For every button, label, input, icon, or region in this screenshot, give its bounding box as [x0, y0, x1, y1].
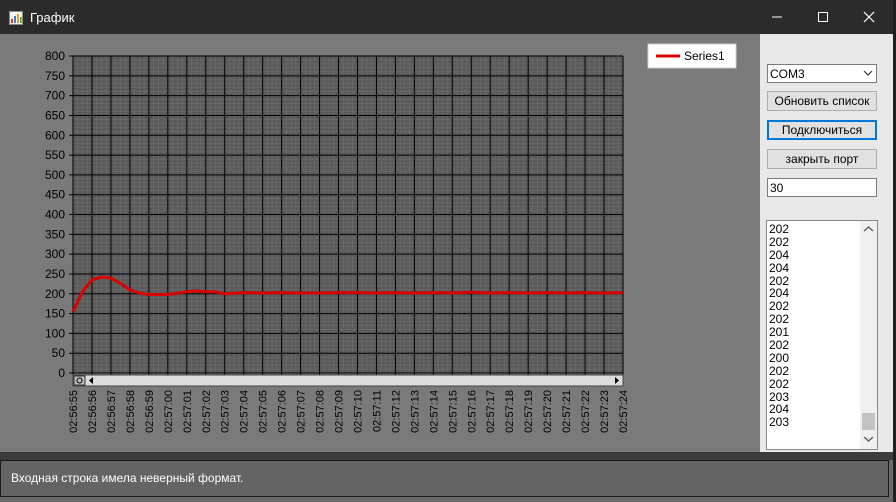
list-item[interactable]: 203: [769, 416, 789, 429]
y-axis-ticks: 0 50 100 150 200 250 300 350 400 450 500 550 600 650 7…: [45, 49, 65, 380]
chart-horizontal-scrollbar[interactable]: [72, 374, 624, 387]
y-tick-label: 150: [45, 307, 65, 321]
line-chart: 0 50 100 150 200 250 300 350 400 450 500 550 600 650 7…: [45, 43, 737, 433]
x-tick-label: 02:57:07: [296, 390, 308, 433]
status-message: Входная строка имела неверный формат.: [11, 471, 244, 485]
port-select[interactable]: COM3: [767, 64, 877, 83]
x-tick-label: 02:57:10: [352, 390, 364, 433]
list-scroll-thumb[interactable]: [862, 413, 875, 430]
maximize-icon: [818, 12, 828, 22]
y-tick-label: 250: [45, 267, 65, 281]
x-tick-label: 02:57:12: [390, 390, 402, 433]
list-vertical-scrollbar[interactable]: [860, 221, 877, 449]
x-tick-label: 02:57:00: [163, 390, 175, 433]
window-title: График: [30, 10, 75, 25]
received-values-list[interactable]: 202 202 204 204 202 204 202 202 201 202 200 202 202 2…: [766, 220, 878, 450]
received-values-items: 202 202 204 204 202 204 202 202 201 202 200 202 202 2…: [769, 223, 789, 429]
scroll-down-arrow-icon[interactable]: [863, 435, 874, 443]
chart-app-icon: [9, 11, 23, 25]
y-tick-label: 750: [45, 69, 65, 83]
status-box: Входная строка имела неверный формат.: [0, 460, 889, 497]
list-item[interactable]: 204: [769, 248, 789, 262]
list-item[interactable]: 202: [769, 339, 789, 352]
title-bar: График: [0, 0, 893, 34]
legend-series1-label: Series1: [684, 49, 725, 63]
close-port-button[interactable]: закрыть порт: [767, 149, 877, 169]
x-tick-label: 02:56:55: [68, 390, 80, 433]
legend: Series1: [647, 43, 737, 69]
y-tick-label: 500: [45, 168, 65, 182]
refresh-list-button[interactable]: Обновить список: [767, 91, 877, 111]
y-tick-label: 550: [45, 148, 65, 162]
x-tick-label: 02:57:11: [371, 390, 383, 432]
y-tick-label: 0: [58, 366, 65, 380]
y-tick-label: 300: [45, 247, 65, 261]
x-tick-label: 02:57:13: [409, 390, 421, 433]
y-tick-label: 600: [45, 128, 65, 142]
x-tick-label: 02:57:24: [618, 390, 630, 433]
count-input-value: 30: [770, 181, 784, 195]
maximize-button[interactable]: [800, 0, 846, 34]
close-button[interactable]: [846, 0, 892, 34]
x-tick-label: 02:57:15: [447, 390, 459, 433]
connect-button[interactable]: Подключиться: [767, 120, 877, 140]
y-tick-label: 50: [52, 346, 66, 360]
y-tick-label: 100: [45, 326, 65, 340]
minimize-icon: [772, 16, 782, 18]
x-tick-label: 02:57:16: [466, 390, 478, 433]
x-tick-label: 02:57:06: [277, 390, 289, 433]
x-tick-label: 02:57:18: [504, 390, 516, 433]
list-item[interactable]: 202: [769, 235, 789, 249]
y-tick-label: 400: [45, 208, 65, 222]
y-tick-label: 350: [45, 227, 65, 241]
x-tick-label: 02:57:21: [561, 390, 573, 433]
x-tick-label: 02:56:59: [144, 390, 156, 433]
y-tick-label: 450: [45, 188, 65, 202]
x-tick-label: 02:57:20: [542, 390, 554, 433]
x-tick-label: 02:56:56: [87, 390, 99, 433]
x-tick-label: 02:57:04: [239, 390, 251, 433]
chart-panel: 0 50 100 150 200 250 300 350 400 450 500 550 600 650 7…: [0, 34, 760, 452]
x-tick-label: 02:57:17: [485, 390, 497, 433]
list-item[interactable]: 202: [769, 364, 789, 378]
x-tick-label: 02:57:09: [334, 390, 346, 433]
list-item[interactable]: 202: [769, 223, 789, 236]
x-tick-label: 02:57:03: [220, 390, 232, 433]
chevron-down-icon: [863, 70, 873, 76]
app-window: График 0 50 100 150 200 250 300 350 400 450 500 550…: [0, 0, 893, 502]
list-item[interactable]: 204: [769, 261, 789, 275]
chart-zoom-reset-button[interactable]: [73, 375, 86, 386]
count-input[interactable]: 30: [767, 178, 877, 197]
x-tick-label: 02:57:22: [580, 390, 592, 433]
x-tick-label: 02:57:01: [182, 390, 194, 433]
x-tick-label: 02:57:14: [428, 390, 440, 433]
x-tick-label: 02:56:57: [106, 390, 118, 433]
x-tick-label: 02:57:19: [523, 390, 535, 433]
x-tick-label: 02:56:58: [125, 390, 137, 433]
minimize-button[interactable]: [754, 0, 800, 34]
scroll-up-arrow-icon[interactable]: [863, 225, 874, 233]
list-item[interactable]: 202: [769, 377, 789, 391]
x-tick-label: 02:57:08: [315, 390, 327, 433]
x-tick-label: 02:57:02: [201, 390, 213, 433]
x-tick-label: 02:57:05: [258, 390, 270, 433]
chart-scroll-track[interactable]: [72, 374, 624, 387]
y-tick-label: 700: [45, 89, 65, 103]
status-separator: [0, 452, 893, 460]
close-icon: [863, 11, 875, 23]
x-axis-ticks: 02:56:55 02:56:56 02:56:57 02:56:58 02:56:59…: [68, 390, 630, 433]
y-tick-label: 800: [45, 49, 65, 63]
x-tick-label: 02:57:23: [599, 390, 611, 433]
list-item[interactable]: 200: [769, 352, 789, 365]
port-select-value: COM3: [770, 67, 805, 81]
y-tick-label: 200: [45, 287, 65, 301]
y-tick-label: 650: [45, 108, 65, 122]
